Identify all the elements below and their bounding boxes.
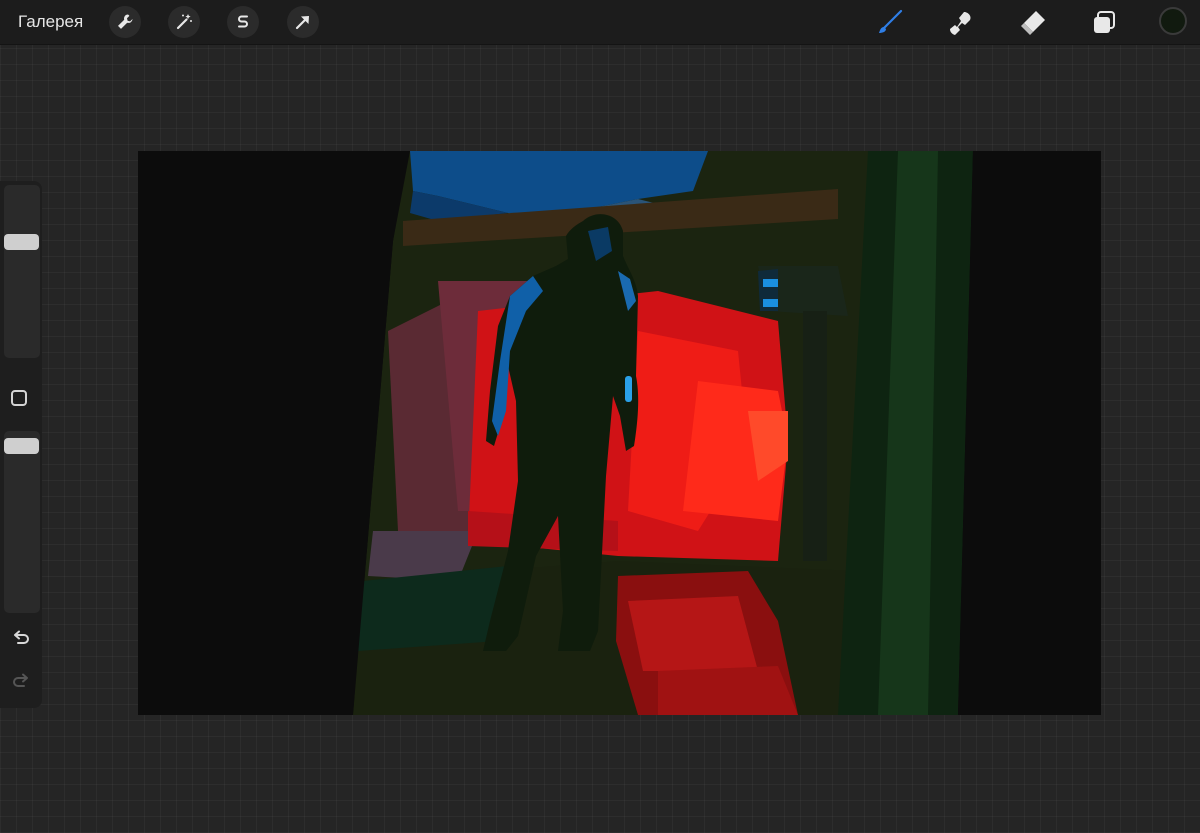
layers-icon: [1094, 11, 1115, 33]
transform-button[interactable]: [287, 6, 319, 38]
adjustments-button[interactable]: [168, 6, 200, 38]
actions-button[interactable]: [109, 6, 141, 38]
brush-icon: [879, 9, 903, 33]
transform-arrow-icon: [295, 16, 309, 30]
smudge-icon: [950, 12, 971, 35]
color-picker-swatch[interactable]: [1159, 7, 1187, 35]
selection-button[interactable]: [227, 6, 259, 38]
brush-size-thumb[interactable]: [4, 234, 39, 250]
layers-tool[interactable]: [1087, 6, 1121, 40]
brush-opacity-slider[interactable]: [4, 431, 40, 613]
brush-tool[interactable]: [873, 6, 907, 40]
brush-opacity-thumb[interactable]: [4, 438, 39, 454]
drawing-canvas[interactable]: [138, 151, 1101, 715]
eraser-tool[interactable]: [1016, 6, 1050, 40]
gallery-button[interactable]: Галерея: [18, 12, 83, 32]
brush-size-slider[interactable]: [4, 185, 40, 358]
wrench-icon: [118, 14, 133, 29]
selection-s-icon: [238, 15, 248, 28]
artwork-painting: [138, 151, 1101, 715]
left-sidebar: [0, 181, 42, 708]
smudge-tool[interactable]: [944, 6, 978, 40]
top-toolbar: Галерея: [0, 0, 1200, 45]
undo-icon[interactable]: [10, 628, 32, 650]
redo-icon[interactable]: [10, 671, 32, 693]
eraser-icon: [1021, 11, 1045, 35]
magic-wand-icon: [176, 14, 192, 30]
modify-button[interactable]: [11, 390, 27, 406]
